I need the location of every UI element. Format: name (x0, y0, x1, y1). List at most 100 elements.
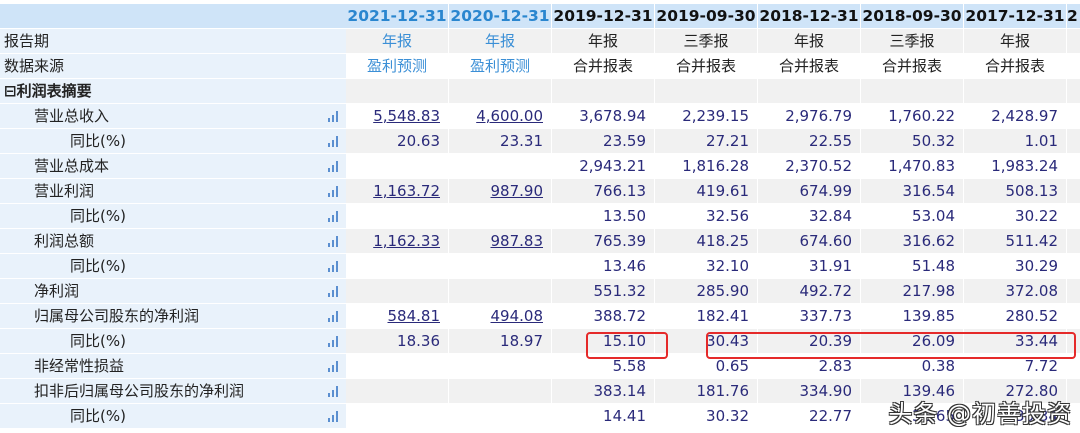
value-cell: 32.56 (655, 204, 758, 229)
value-cell: 492.72 (758, 279, 861, 304)
value-text: 7.72 (1024, 357, 1058, 375)
bar-chart-icon[interactable] (328, 386, 340, 397)
value-text: 181.76 (696, 382, 750, 400)
bar-chart-icon[interactable] (328, 286, 340, 297)
column-header-date[interactable]: 2019-12-31 (552, 4, 655, 29)
value-cell[interactable]: 584.81 (346, 304, 449, 329)
value-text: 674.60 (799, 232, 853, 250)
bar-chart-icon[interactable] (328, 186, 340, 197)
value-text: 三季报 (683, 32, 729, 50)
value-text: 511.42 (1005, 232, 1059, 250)
column-header-date[interactable]: 2019-09-30 (655, 4, 758, 29)
bar-chart-icon[interactable] (328, 236, 340, 247)
column-header-date[interactable]: 2018-09-30 (861, 4, 964, 29)
value-cell: 盈利预测 (346, 54, 449, 79)
value-cell: 508.13 (964, 179, 1067, 204)
bar-chart-icon[interactable] (328, 411, 340, 422)
bar-chart-icon[interactable] (328, 336, 340, 347)
value-cell: 285.90 (655, 279, 758, 304)
column-header-date[interactable]: 2020-12-31 (449, 4, 552, 29)
value-cell: 51.48 (861, 254, 964, 279)
row-label: 非经常性损益 (0, 354, 346, 379)
value-link[interactable]: 584.81 (388, 307, 441, 325)
value-cell: 316.62 (861, 229, 964, 254)
value-cell: 383.14 (552, 379, 655, 404)
table-row: 报告期 年报 年报 年报 三季报 年报 三季报 年报 (0, 29, 1080, 54)
value-cell[interactable]: 1,162.33 (346, 229, 449, 254)
value-cell (964, 79, 1067, 104)
value-text: 2,428.97 (991, 107, 1058, 125)
row-label: 同比(%) (0, 129, 346, 154)
value-cell: 32.84 (758, 204, 861, 229)
row-label-text: 扣非后归属母公司股东的净利润 (34, 382, 245, 400)
value-link[interactable]: 1,162.33 (373, 232, 440, 250)
bar-chart-icon[interactable] (328, 211, 340, 222)
column-header-date[interactable]: 2018-12-31 (758, 4, 861, 29)
bar-chart-icon[interactable] (328, 311, 340, 322)
row-label-text: 数据来源 (4, 57, 65, 75)
value-cell (346, 254, 449, 279)
value-link[interactable]: 987.90 (491, 182, 544, 200)
value-cell (655, 79, 758, 104)
value-cell (1067, 179, 1080, 204)
value-text: 1,816.28 (682, 157, 749, 175)
row-label-text: 归属母公司股东的净利润 (34, 307, 200, 325)
value-link[interactable]: 1,163.72 (373, 182, 440, 200)
value-cell: 388.72 (552, 304, 655, 329)
value-cell: 30.29 (964, 254, 1067, 279)
value-cell (449, 204, 552, 229)
value-cell: 年报 (552, 29, 655, 54)
table-row: 同比(%) 20.63 23.31 23.59 27.21 22.55 50.32 1.01 (0, 129, 1080, 154)
value-link[interactable]: 5,548.83 (373, 107, 440, 125)
value-text: 217.98 (902, 282, 956, 300)
value-cell (861, 79, 964, 104)
column-header-date[interactable]: 2021-12-31 (346, 4, 449, 29)
value-cell: 2,943.21 (552, 154, 655, 179)
value-text: 18.36 (397, 332, 440, 350)
value-link[interactable]: 987.83 (491, 232, 544, 250)
value-cell: 23.59 (552, 129, 655, 154)
row-label: 营业总收入 (0, 104, 346, 129)
value-cell: 合并报表 (552, 54, 655, 79)
value-text: 32.10 (706, 257, 749, 275)
bar-chart-icon[interactable] (328, 361, 340, 372)
value-link[interactable]: 494.08 (491, 307, 544, 325)
bar-chart-icon[interactable] (328, 111, 340, 122)
row-label: 数据来源 (0, 54, 346, 79)
column-header-date[interactable]: 2017-12-31 (964, 4, 1067, 29)
bar-chart-icon[interactable] (328, 261, 340, 272)
value-cell: 30.32 (655, 404, 758, 429)
value-cell[interactable]: 987.90 (449, 179, 552, 204)
value-text: 5.58 (612, 357, 646, 375)
value-cell[interactable]: 494.08 (449, 304, 552, 329)
value-cell: 22.55 (758, 129, 861, 154)
value-cell: 766.13 (552, 179, 655, 204)
value-cell: 2,239.15 (655, 104, 758, 129)
column-header-date[interactable]: 2 (1067, 4, 1080, 29)
row-label-text: 报告期 (4, 32, 50, 50)
collapse-toggle-icon[interactable]: ⊟ (4, 82, 17, 100)
value-cell[interactable]: 1,163.72 (346, 179, 449, 204)
value-cell: 2,428.97 (964, 104, 1067, 129)
value-cell[interactable]: 5,548.83 (346, 104, 449, 129)
value-link[interactable]: 4,600.00 (476, 107, 543, 125)
highlight-box-2019 (586, 332, 668, 359)
value-text: 22.77 (809, 407, 852, 425)
value-cell[interactable]: 987.83 (449, 229, 552, 254)
bar-chart-icon[interactable] (328, 161, 340, 172)
value-text: 32.84 (809, 207, 852, 225)
value-text: 0.38 (921, 357, 955, 375)
value-cell: 419.61 (655, 179, 758, 204)
value-cell: 1,816.28 (655, 154, 758, 179)
bar-chart-icon[interactable] (328, 136, 340, 147)
row-label-text: 利润总额 (34, 232, 95, 250)
value-text: 316.54 (902, 182, 956, 200)
value-text: 316.62 (902, 232, 956, 250)
row-label: 营业利润 (0, 179, 346, 204)
value-cell: 181.76 (655, 379, 758, 404)
value-text: 1,760.22 (888, 107, 955, 125)
value-text: 年报 (484, 32, 515, 50)
value-text: 23.31 (500, 132, 543, 150)
value-cell: 盈利预测 (449, 54, 552, 79)
value-cell[interactable]: 4,600.00 (449, 104, 552, 129)
